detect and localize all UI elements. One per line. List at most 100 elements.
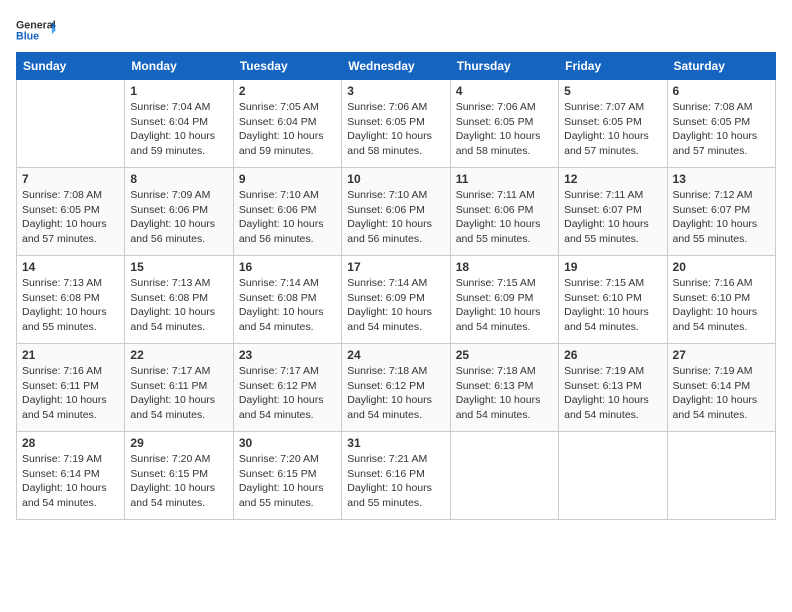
day-info: Sunrise: 7:17 AM Sunset: 6:12 PM Dayligh… xyxy=(239,364,336,423)
calendar-cell: 28Sunrise: 7:19 AM Sunset: 6:14 PM Dayli… xyxy=(17,432,125,520)
day-info: Sunrise: 7:20 AM Sunset: 6:15 PM Dayligh… xyxy=(239,452,336,511)
day-info: Sunrise: 7:19 AM Sunset: 6:14 PM Dayligh… xyxy=(673,364,770,423)
calendar-week-row: 1Sunrise: 7:04 AM Sunset: 6:04 PM Daylig… xyxy=(17,80,776,168)
svg-text:Blue: Blue xyxy=(16,30,39,42)
calendar-cell: 31 Sunrise: 7:21 AM Sunset: 6:16 PM Dayli… xyxy=(342,432,450,520)
calendar-cell: 30 Sunrise: 7:20 AM Sunset: 6:15 PM Dayli… xyxy=(233,432,341,520)
calendar-cell: 24 Sunrise: 7:18 AM Sunset: 6:12 PM Dayli… xyxy=(342,344,450,432)
day-info: Sunrise: 7:10 AM Sunset: 6:06 PM Dayligh… xyxy=(239,188,336,247)
calendar-cell: 11 Sunrise: 7:11 AM Sunset: 6:06 PM Dayli… xyxy=(450,168,558,256)
calendar-cell xyxy=(667,432,775,520)
calendar-cell: 20Sunrise: 7:16 AM Sunset: 6:10 PM Dayli… xyxy=(667,256,775,344)
day-info: Sunrise: 7:12 AM Sunset: 6:07 PM Dayligh… xyxy=(673,188,770,247)
day-number: 30 xyxy=(239,436,336,450)
day-info: Sunrise: 7:10 AM Sunset: 6:06 PM Dayligh… xyxy=(347,188,444,247)
calendar-week-row: 21 Sunrise: 7:16 AM Sunset: 6:11 PM Dayli… xyxy=(17,344,776,432)
calendar-cell: 18 Sunrise: 7:15 AM Sunset: 6:09 PM Dayli… xyxy=(450,256,558,344)
day-info: Sunrise: 7:11 AM Sunset: 6:07 PM Dayligh… xyxy=(564,188,661,247)
calendar-cell: 10 Sunrise: 7:10 AM Sunset: 6:06 PM Dayli… xyxy=(342,168,450,256)
weekday-header: Thursday xyxy=(450,53,558,80)
day-info: Sunrise: 7:07 AM Sunset: 6:05 PM Dayligh… xyxy=(564,100,661,159)
calendar-cell: 14 Sunrise: 7:13 AM Sunset: 6:08 PM Dayli… xyxy=(17,256,125,344)
day-number: 21 xyxy=(22,348,119,362)
weekday-header: Tuesday xyxy=(233,53,341,80)
calendar-cell xyxy=(559,432,667,520)
day-info: Sunrise: 7:21 AM Sunset: 6:16 PM Dayligh… xyxy=(347,452,444,511)
day-number: 7 xyxy=(22,172,119,186)
day-info: Sunrise: 7:11 AM Sunset: 6:06 PM Dayligh… xyxy=(456,188,553,247)
weekday-header: Monday xyxy=(125,53,233,80)
calendar-cell: 23 Sunrise: 7:17 AM Sunset: 6:12 PM Dayli… xyxy=(233,344,341,432)
calendar-cell: 6Sunrise: 7:08 AM Sunset: 6:05 PM Daylig… xyxy=(667,80,775,168)
day-number: 11 xyxy=(456,172,553,186)
day-number: 5 xyxy=(564,84,661,98)
day-info: Sunrise: 7:15 AM Sunset: 6:10 PM Dayligh… xyxy=(564,276,661,335)
day-number: 4 xyxy=(456,84,553,98)
day-info: Sunrise: 7:08 AM Sunset: 6:05 PM Dayligh… xyxy=(673,100,770,159)
calendar-cell: 4 Sunrise: 7:06 AM Sunset: 6:05 PM Daylig… xyxy=(450,80,558,168)
day-info: Sunrise: 7:14 AM Sunset: 6:08 PM Dayligh… xyxy=(239,276,336,335)
calendar-cell: 16 Sunrise: 7:14 AM Sunset: 6:08 PM Dayli… xyxy=(233,256,341,344)
day-info: Sunrise: 7:06 AM Sunset: 6:05 PM Dayligh… xyxy=(347,100,444,159)
day-number: 15 xyxy=(130,260,227,274)
calendar-cell: 3 Sunrise: 7:06 AM Sunset: 6:05 PM Daylig… xyxy=(342,80,450,168)
calendar-cell: 12Sunrise: 7:11 AM Sunset: 6:07 PM Dayli… xyxy=(559,168,667,256)
day-number: 27 xyxy=(673,348,770,362)
day-info: Sunrise: 7:13 AM Sunset: 6:08 PM Dayligh… xyxy=(130,276,227,335)
day-number: 24 xyxy=(347,348,444,362)
day-number: 19 xyxy=(564,260,661,274)
day-number: 2 xyxy=(239,84,336,98)
calendar-table: SundayMondayTuesdayWednesdayThursdayFrid… xyxy=(16,52,776,520)
day-info: Sunrise: 7:20 AM Sunset: 6:15 PM Dayligh… xyxy=(130,452,227,511)
calendar-cell: 21 Sunrise: 7:16 AM Sunset: 6:11 PM Dayli… xyxy=(17,344,125,432)
calendar-cell xyxy=(17,80,125,168)
day-number: 18 xyxy=(456,260,553,274)
day-number: 17 xyxy=(347,260,444,274)
calendar-week-row: 28Sunrise: 7:19 AM Sunset: 6:14 PM Dayli… xyxy=(17,432,776,520)
day-number: 23 xyxy=(239,348,336,362)
calendar-cell: 9 Sunrise: 7:10 AM Sunset: 6:06 PM Daylig… xyxy=(233,168,341,256)
calendar-cell xyxy=(450,432,558,520)
day-number: 13 xyxy=(673,172,770,186)
calendar-cell: 29 Sunrise: 7:20 AM Sunset: 6:15 PM Dayli… xyxy=(125,432,233,520)
calendar-cell: 2 Sunrise: 7:05 AM Sunset: 6:04 PM Daylig… xyxy=(233,80,341,168)
day-number: 20 xyxy=(673,260,770,274)
weekday-header-row: SundayMondayTuesdayWednesdayThursdayFrid… xyxy=(17,53,776,80)
weekday-header: Friday xyxy=(559,53,667,80)
day-number: 3 xyxy=(347,84,444,98)
day-info: Sunrise: 7:18 AM Sunset: 6:12 PM Dayligh… xyxy=(347,364,444,423)
day-number: 14 xyxy=(22,260,119,274)
day-info: Sunrise: 7:06 AM Sunset: 6:05 PM Dayligh… xyxy=(456,100,553,159)
page-header: General Blue xyxy=(16,16,776,44)
calendar-cell: 8Sunrise: 7:09 AM Sunset: 6:06 PM Daylig… xyxy=(125,168,233,256)
day-number: 29 xyxy=(130,436,227,450)
day-number: 22 xyxy=(130,348,227,362)
calendar-cell: 15 Sunrise: 7:13 AM Sunset: 6:08 PM Dayli… xyxy=(125,256,233,344)
day-info: Sunrise: 7:19 AM Sunset: 6:14 PM Dayligh… xyxy=(22,452,119,511)
logo: General Blue xyxy=(16,16,56,44)
calendar-cell: 26Sunrise: 7:19 AM Sunset: 6:13 PM Dayli… xyxy=(559,344,667,432)
day-info: Sunrise: 7:05 AM Sunset: 6:04 PM Dayligh… xyxy=(239,100,336,159)
day-number: 8 xyxy=(130,172,227,186)
day-number: 10 xyxy=(347,172,444,186)
day-info: Sunrise: 7:15 AM Sunset: 6:09 PM Dayligh… xyxy=(456,276,553,335)
day-number: 9 xyxy=(239,172,336,186)
day-info: Sunrise: 7:19 AM Sunset: 6:13 PM Dayligh… xyxy=(564,364,661,423)
calendar-cell: 13 Sunrise: 7:12 AM Sunset: 6:07 PM Dayli… xyxy=(667,168,775,256)
calendar-week-row: 7 Sunrise: 7:08 AM Sunset: 6:05 PM Daylig… xyxy=(17,168,776,256)
calendar-cell: 7 Sunrise: 7:08 AM Sunset: 6:05 PM Daylig… xyxy=(17,168,125,256)
calendar-cell: 19 Sunrise: 7:15 AM Sunset: 6:10 PM Dayli… xyxy=(559,256,667,344)
day-info: Sunrise: 7:13 AM Sunset: 6:08 PM Dayligh… xyxy=(22,276,119,335)
calendar-cell: 17 Sunrise: 7:14 AM Sunset: 6:09 PM Dayli… xyxy=(342,256,450,344)
weekday-header: Wednesday xyxy=(342,53,450,80)
day-number: 16 xyxy=(239,260,336,274)
day-info: Sunrise: 7:08 AM Sunset: 6:05 PM Dayligh… xyxy=(22,188,119,247)
day-number: 25 xyxy=(456,348,553,362)
calendar-cell: 27 Sunrise: 7:19 AM Sunset: 6:14 PM Dayli… xyxy=(667,344,775,432)
calendar-cell: 5 Sunrise: 7:07 AM Sunset: 6:05 PM Daylig… xyxy=(559,80,667,168)
day-info: Sunrise: 7:16 AM Sunset: 6:11 PM Dayligh… xyxy=(22,364,119,423)
day-info: Sunrise: 7:04 AM Sunset: 6:04 PM Dayligh… xyxy=(130,100,227,159)
day-info: Sunrise: 7:17 AM Sunset: 6:11 PM Dayligh… xyxy=(130,364,227,423)
day-number: 31 xyxy=(347,436,444,450)
day-info: Sunrise: 7:14 AM Sunset: 6:09 PM Dayligh… xyxy=(347,276,444,335)
